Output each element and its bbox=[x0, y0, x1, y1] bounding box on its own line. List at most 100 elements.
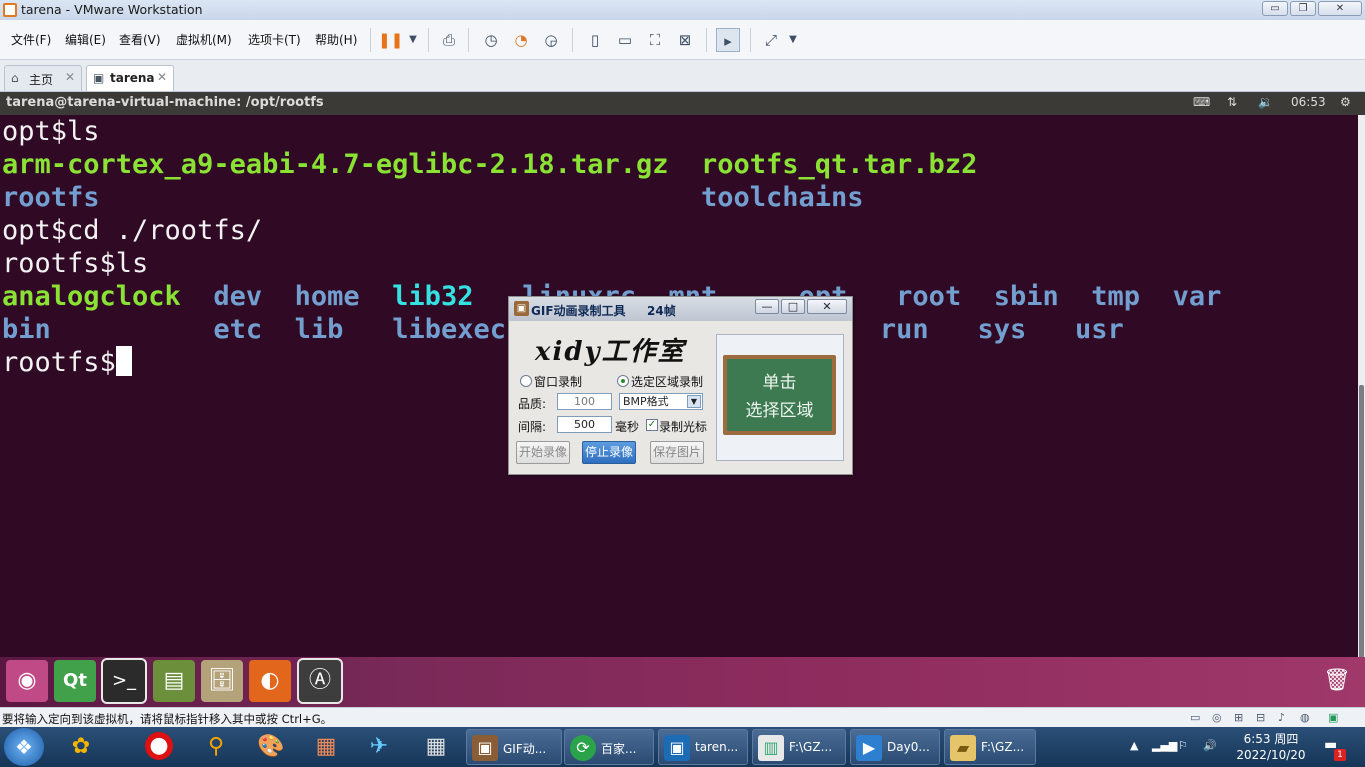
task-explorer-2[interactable]: ▰ F:\GZ... bbox=[944, 729, 1036, 765]
close-icon[interactable]: ✕ bbox=[65, 70, 75, 84]
snapshot-manager-icon[interactable]: ◶ bbox=[539, 28, 563, 52]
network-adapter-icon[interactable]: ⊞ bbox=[1234, 711, 1243, 724]
console-view-icon[interactable]: ▸ bbox=[716, 28, 740, 52]
software-updater-icon[interactable]: Ⓐ bbox=[297, 658, 343, 704]
terminal-text: var bbox=[1172, 281, 1222, 312]
trash-icon[interactable]: 🗑 bbox=[1316, 660, 1358, 702]
dialog-maximize-button[interactable]: □ bbox=[781, 299, 805, 314]
qt-creator-icon[interactable]: Qt bbox=[54, 660, 96, 702]
dialog-minimize-button[interactable]: — bbox=[755, 299, 779, 314]
messages-icon[interactable]: ▣ bbox=[1328, 711, 1338, 724]
hdd-icon[interactable]: ▭ bbox=[1190, 711, 1200, 724]
guest-top-panel: tarena@tarena-virtual-machine: /opt/root… bbox=[0, 92, 1365, 115]
network-icon[interactable]: ⇅ bbox=[1227, 95, 1237, 109]
interval-input[interactable]: 500 bbox=[557, 416, 612, 433]
paint-icon[interactable]: 🎨 bbox=[256, 732, 286, 762]
sound-card-icon[interactable]: ♪ bbox=[1278, 711, 1285, 724]
format-select[interactable]: BMP格式 ▼ bbox=[619, 393, 703, 410]
menu-vm[interactable]: 虚拟机(M) bbox=[176, 31, 232, 48]
vm-icon: ▣ bbox=[93, 71, 105, 85]
send-ctrl-alt-del-icon[interactable]: ⎙ bbox=[437, 28, 461, 52]
record-icon[interactable]: ● bbox=[145, 732, 173, 760]
book-icon[interactable]: ▤ bbox=[153, 660, 195, 702]
select-region-panel[interactable]: 单击 选择区域 bbox=[716, 334, 844, 461]
task-gif-tool[interactable]: ▣ GIF动... bbox=[466, 729, 562, 765]
minimize-button[interactable]: ▭ bbox=[1262, 1, 1288, 16]
usb-icon[interactable]: ⊟ bbox=[1256, 711, 1265, 724]
task-explorer-1[interactable]: ▥ F:\GZ... bbox=[752, 729, 846, 765]
chevron-down-icon[interactable]: ▼ bbox=[401, 28, 425, 52]
chevron-down-icon[interactable]: ▼ bbox=[781, 28, 805, 52]
keyboard-icon[interactable]: ⌨ bbox=[1193, 95, 1210, 109]
menu-tabs[interactable]: 选项卡(T) bbox=[248, 31, 301, 48]
start-button[interactable]: ❖ bbox=[4, 728, 44, 766]
gear-icon[interactable]: ⚙ bbox=[1340, 95, 1351, 109]
menu-file[interactable]: 文件(F) bbox=[11, 31, 51, 48]
vmware-status-bar: 要将输入定向到该虚拟机，请将鼠标指针移入其中或按 Ctrl+G。 ▭ ◎ ⊞ ⊟… bbox=[0, 707, 1365, 727]
unity-icon[interactable]: ⊠ bbox=[673, 28, 697, 52]
volume-tray-icon[interactable]: 🔊 bbox=[1203, 739, 1217, 752]
pinned-app-icon[interactable]: ✿ bbox=[66, 732, 96, 762]
scrollbar-thumb[interactable] bbox=[1359, 385, 1364, 660]
radio-region-record[interactable] bbox=[617, 375, 629, 387]
toolbar-separator bbox=[572, 28, 573, 52]
toolbar-separator bbox=[468, 28, 469, 52]
file-manager-icon[interactable]: 🗄 bbox=[201, 660, 243, 702]
clock-date: 2022/10/20 bbox=[1236, 748, 1306, 762]
save-image-button[interactable]: 保存图片 bbox=[650, 441, 704, 464]
terminal-line: opt$cd ./rootfs/ bbox=[2, 214, 262, 247]
terminal-scrollbar[interactable] bbox=[1358, 115, 1365, 660]
tab-home[interactable]: ⌂ 主页 ✕ bbox=[4, 65, 82, 91]
menu-view[interactable]: 查看(V) bbox=[119, 31, 161, 48]
volume-icon[interactable]: 🔉 bbox=[1258, 95, 1273, 109]
restore-button[interactable]: ❐ bbox=[1290, 1, 1316, 16]
calculator-icon[interactable]: ▦ bbox=[421, 732, 451, 762]
stretch-icon[interactable]: ⤢ bbox=[759, 28, 783, 52]
chevron-down-icon[interactable]: ▼ bbox=[687, 395, 701, 408]
guest-dock: ◉ Qt >_ ▤ 🗄 ◐ Ⓐ 🗑 bbox=[0, 657, 1365, 707]
vmware-app-icon bbox=[3, 3, 17, 17]
menu-edit[interactable]: 编辑(E) bbox=[65, 31, 106, 48]
chalkboard[interactable]: 单击 选择区域 bbox=[723, 355, 836, 435]
sidebar-toggle-icon[interactable]: ▯ bbox=[583, 28, 607, 52]
quality-input[interactable]: 100 bbox=[557, 393, 612, 410]
dialog-close-button[interactable]: ✕ bbox=[807, 299, 847, 314]
terminal-icon[interactable]: >_ bbox=[101, 658, 147, 704]
task-video[interactable]: ▶ Day0... bbox=[850, 729, 940, 765]
gallery-icon[interactable]: ▦ bbox=[311, 732, 341, 762]
network-tray-icon[interactable]: ⚐ bbox=[1178, 739, 1188, 752]
close-icon[interactable]: ✕ bbox=[157, 70, 167, 84]
task-browser[interactable]: ⟳ 百家... bbox=[564, 729, 654, 765]
task-vmware[interactable]: ▣ taren... bbox=[658, 729, 748, 765]
toolbar-separator bbox=[428, 28, 429, 52]
firefox-icon[interactable]: ◐ bbox=[249, 660, 291, 702]
cd-icon[interactable]: ◎ bbox=[1212, 711, 1222, 724]
video-icon: ▶ bbox=[856, 735, 882, 761]
revert-snapshot-icon[interactable]: ◔ bbox=[509, 28, 533, 52]
radio-window-record[interactable] bbox=[520, 375, 532, 387]
feather-icon[interactable]: ✈ bbox=[364, 732, 394, 762]
ubuntu-logo-icon[interactable]: ◉ bbox=[6, 660, 48, 702]
snapshot-icon[interactable]: ◷ bbox=[479, 28, 503, 52]
record-cursor-checkbox[interactable]: ✓ bbox=[646, 419, 658, 431]
system-clock[interactable]: 6:53 周四 2022/10/20 bbox=[1232, 731, 1310, 763]
clock-text[interactable]: 06:53 bbox=[1291, 95, 1326, 109]
vmware-icon: ▣ bbox=[664, 735, 690, 761]
start-record-button[interactable]: 开始录像 bbox=[516, 441, 570, 464]
tab-tarena[interactable]: ▣ tarena ✕ bbox=[86, 65, 174, 91]
thumbnail-icon[interactable]: ▭ bbox=[613, 28, 637, 52]
pause-icon[interactable]: ❚❚ bbox=[378, 28, 403, 52]
tray-expand-icon[interactable]: ▲ bbox=[1130, 739, 1138, 752]
search-icon[interactable]: ⚲ bbox=[201, 732, 231, 762]
signal-icon[interactable]: ▂▄▆ bbox=[1152, 739, 1177, 752]
printer-icon[interactable]: ◍ bbox=[1300, 711, 1310, 724]
fullscreen-icon[interactable]: ⛶ bbox=[643, 28, 667, 52]
dialog-title-bar[interactable]: ▣ GIF动画录制工具 24帧 — □ ✕ bbox=[509, 297, 852, 321]
terminal-window-title: tarena@tarena-virtual-machine: /opt/root… bbox=[6, 95, 324, 110]
gif-recorder-dialog: ▣ GIF动画录制工具 24帧 — □ ✕ xidy工作室 窗口录制 选定区域录… bbox=[508, 296, 853, 475]
close-button[interactable]: ✕ bbox=[1318, 1, 1362, 16]
stop-record-button[interactable]: 停止录像 bbox=[582, 441, 636, 464]
menu-help[interactable]: 帮助(H) bbox=[315, 31, 357, 48]
